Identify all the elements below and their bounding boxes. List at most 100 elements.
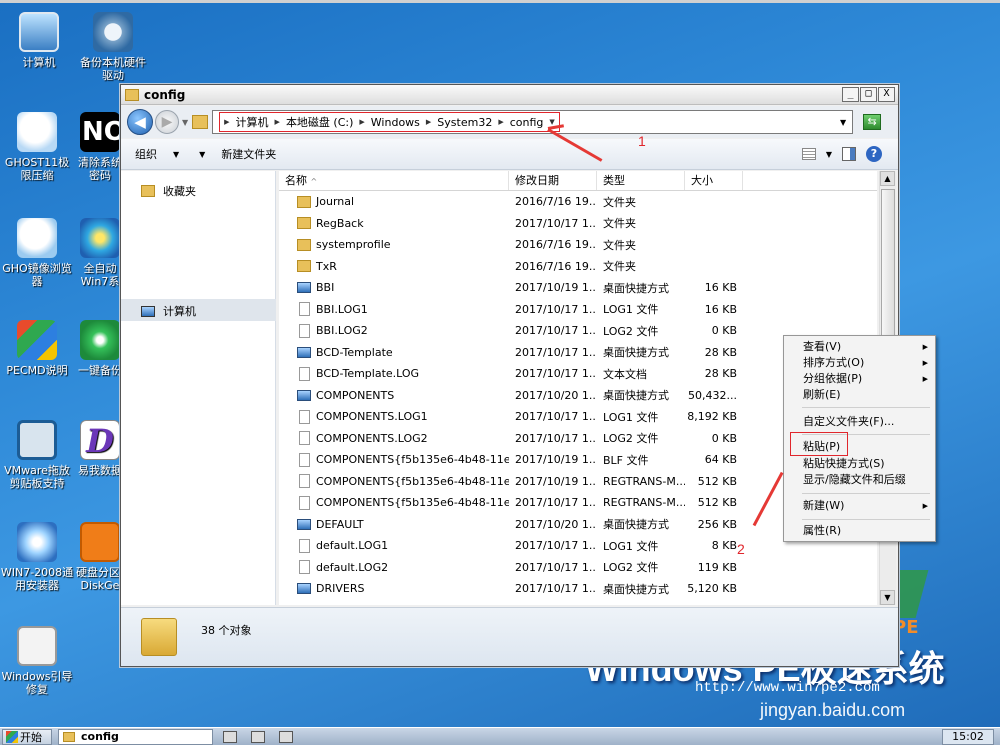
organize-button[interactable]: 组织 ▼ [135, 146, 179, 162]
history-dropdown-icon[interactable]: ▼ [182, 118, 188, 127]
chevron-down-icon[interactable]: ▼ [826, 150, 832, 159]
chevron-right-icon[interactable]: ▶ [275, 118, 280, 126]
cell-date: 2017/10/17 1... [515, 496, 597, 510]
scroll-up-icon[interactable]: ▲ [880, 171, 895, 186]
chevron-right-icon[interactable]: ▶ [224, 118, 229, 126]
cell-name: Journal [279, 195, 509, 208]
preview-pane-icon[interactable] [842, 147, 856, 161]
cell-type: 文件夹 [603, 260, 636, 274]
minimize-button[interactable]: _ [842, 87, 859, 102]
tool-icon[interactable] [223, 730, 237, 743]
table-row[interactable]: Journal 2016/7/16 19... 文件夹 [279, 191, 877, 213]
network-icon[interactable] [279, 730, 293, 743]
desktop-icon-win7-installer[interactable]: WIN7-2008通用安装器 [0, 522, 74, 592]
desktop-icon-ghost[interactable]: GHOST11极限压缩 [0, 112, 74, 182]
chevron-right-icon: ▶ [922, 502, 928, 510]
cell-name: BBI.LOG1 [279, 302, 509, 317]
title-bar[interactable]: config _ □ X [121, 85, 898, 105]
table-row[interactable]: BBI 2017/10/19 1... 桌面快捷方式 16 KB [279, 277, 877, 299]
start-button[interactable]: 开始 [2, 728, 52, 745]
column-type[interactable]: 类型 [597, 171, 685, 190]
desktop-icon-diskgenius[interactable]: 硬盘分区-DiskGe [76, 522, 124, 592]
folder-icon [141, 618, 177, 656]
chevron-right-icon[interactable]: ▶ [426, 118, 431, 126]
menu-item-properties[interactable]: 属性(R) [784, 523, 935, 539]
cell-date: 2017/10/20 1... [515, 517, 597, 531]
cell-name: default.LOG1 [279, 538, 509, 553]
column-size[interactable]: 大小 [685, 171, 743, 190]
menu-item-paste-shortcut[interactable]: 粘贴快捷方式(S) [784, 456, 935, 472]
cell-type: LOG1 文件 [603, 410, 659, 424]
cell-type: LOG1 文件 [603, 303, 659, 317]
menu-item-group[interactable]: 分组依据(P) ▶ [784, 371, 935, 387]
breadcrumb-item-local-disk[interactable]: 本地磁盘 (C:) [286, 114, 353, 130]
scroll-down-icon[interactable]: ▼ [880, 590, 895, 605]
back-button[interactable]: ◀ [127, 109, 153, 135]
desktop-icon-label: 易我数据 [78, 464, 122, 477]
chevron-right-icon: ▶ [922, 359, 928, 367]
desktop-icon-label: GHO镜像浏览器 [2, 262, 72, 288]
desktop-icon-vmware[interactable]: VMware拖放剪贴板支持 [0, 420, 74, 490]
desktop-icon-computer[interactable]: 计算机 [2, 12, 76, 69]
file-icon [299, 366, 310, 381]
table-row[interactable]: systemprofile 2016/7/16 19... 文件夹 [279, 234, 877, 256]
desktop-icon-label: 清除系统密码 [78, 156, 122, 182]
desktop-icon-win7-auto[interactable]: 全自动Win7系 [76, 218, 124, 288]
menu-item-view[interactable]: 查看(V) ▶ [784, 339, 935, 355]
nav-item-favorites[interactable]: 收藏夹 [141, 183, 196, 199]
menu-item-customize-folder[interactable]: 自定义文件夹(F)... [784, 414, 935, 430]
address-dropdown-icon[interactable]: ▼ [840, 118, 846, 127]
shortcut-icon [297, 583, 311, 595]
breadcrumb-item-config[interactable]: config [510, 116, 544, 129]
cell-name: BCD-Template.LOG [279, 366, 509, 381]
chevron-right-icon[interactable]: ▶ [498, 118, 503, 126]
desktop-icon-driver-backup[interactable]: 备份本机硬件驱动 [76, 12, 150, 82]
view-options-icon[interactable] [801, 148, 816, 160]
chevron-right-icon: ▶ [922, 343, 928, 351]
maximize-button[interactable]: □ [860, 87, 877, 102]
nav-item-computer[interactable]: 计算机 [141, 303, 196, 319]
desktop-icon-clear-password[interactable]: NO 清除系统密码 [76, 112, 124, 182]
desktop-icon-gho-browser[interactable]: GHO镜像浏览器 [0, 218, 74, 288]
table-row[interactable]: TxR 2016/7/16 19... 文件夹 [279, 256, 877, 278]
close-button[interactable]: X [878, 87, 895, 102]
desktop-icon-boot-repair[interactable]: Windows引导修复 [0, 626, 74, 696]
help-icon[interactable]: ? [866, 146, 882, 162]
breadcrumb-item-windows[interactable]: Windows [371, 116, 420, 129]
table-row[interactable]: BBI.LOG1 2017/10/17 1... LOG1 文件 16 KB [279, 299, 877, 321]
taskbar-button-config[interactable]: config [58, 728, 213, 745]
breadcrumb-item-system32[interactable]: System32 [437, 116, 492, 129]
nav-item-label: 计算机 [163, 305, 196, 318]
refresh-go-button[interactable]: ⇆ [863, 114, 882, 130]
desktop-icon-pecmd[interactable]: PECMD说明 [0, 320, 74, 377]
column-name[interactable]: 名称 ^ [279, 171, 509, 190]
cell-size: 512 KB [697, 496, 737, 510]
menu-item-label: 排序方式(O) [803, 356, 865, 369]
menu-item-sort[interactable]: 排序方式(O) ▶ [784, 355, 935, 371]
breadcrumb[interactable]: ▶ 计算机 ▶ 本地磁盘 (C:) ▶ Windows ▶ System32 ▶… [212, 110, 854, 134]
windows-logo-icon [6, 730, 18, 743]
cell-type: REGTRANS-M... [603, 474, 685, 488]
folder-icon [297, 195, 311, 208]
table-row[interactable]: RegBack 2017/10/17 1... 文件夹 [279, 213, 877, 235]
breadcrumb-item-computer[interactable]: 计算机 [236, 114, 269, 130]
new-folder-button[interactable]: ▼ 新建文件夹 [199, 146, 276, 162]
desktop-icon-one-key-backup[interactable]: 一键备份 [76, 320, 124, 377]
menu-item-show-hidden[interactable]: 显示/隐藏文件和后缀 [784, 472, 935, 488]
menu-item-refresh[interactable]: 刷新(E) [784, 387, 935, 403]
chevron-right-icon[interactable]: ▶ [359, 118, 364, 126]
forward-button[interactable]: ▶ [155, 110, 179, 134]
table-row[interactable]: default.LOG2 2017/10/17 1... LOG2 文件 119 KB [279, 557, 877, 579]
clock[interactable]: 15:02 [942, 728, 994, 745]
cell-size: 512 KB [697, 474, 737, 488]
navigation-pane: 收藏夹 计算机 [121, 171, 276, 605]
brush-icon[interactable] [251, 730, 265, 743]
desktop-icon-easeus[interactable]: D 易我数据 [76, 420, 124, 477]
menu-item-new[interactable]: 新建(W) ▶ [784, 498, 935, 514]
table-row[interactable]: DRIVERS 2017/10/17 1... 桌面快捷方式 5,120 KB [279, 578, 877, 600]
cell-type: 桌面快捷方式 [603, 582, 669, 596]
desktop-icon-label: PECMD说明 [6, 364, 68, 377]
column-date[interactable]: 修改日期 [509, 171, 597, 190]
gear-icon [93, 12, 133, 52]
file-name: BBI.LOG2 [316, 324, 368, 338]
